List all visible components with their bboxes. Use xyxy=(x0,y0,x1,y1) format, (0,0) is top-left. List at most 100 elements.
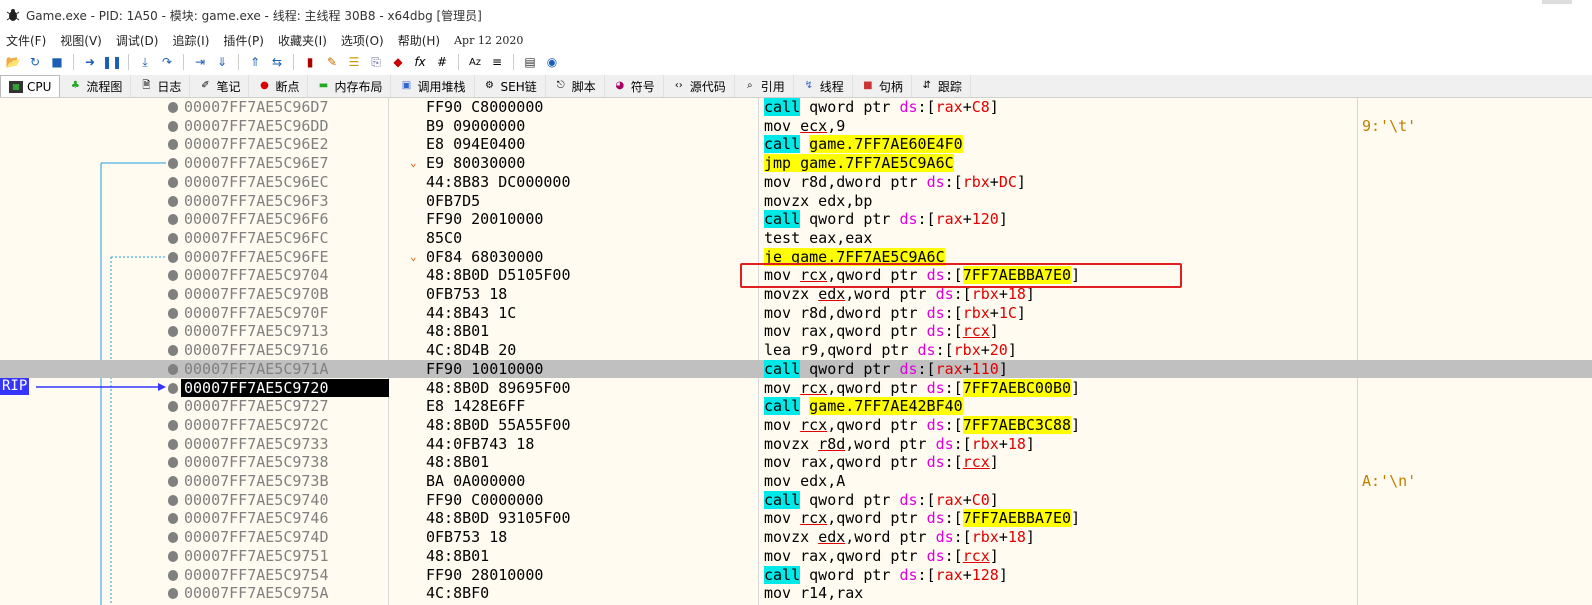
menu-plugins[interactable]: 插件(P) xyxy=(223,32,264,49)
breakpoint-toggle-icon[interactable] xyxy=(168,382,178,394)
disasm-row[interactable]: 00007FF7AE5C975A 4C:8BF0 mov r14,rax xyxy=(0,584,1592,603)
breakpoint-toggle-icon[interactable] xyxy=(168,195,178,207)
trace-into-icon[interactable]: ⇥ xyxy=(191,54,209,70)
menu-debug[interactable]: 调试(D) xyxy=(116,32,159,49)
breakpoint-toggle-icon[interactable] xyxy=(168,326,178,338)
strings-icon[interactable]: ≡ xyxy=(488,54,506,70)
tab-breakpoints[interactable]: ● 断点 xyxy=(249,75,309,97)
tab-notes[interactable]: ✐ 笔记 xyxy=(190,75,250,97)
tab-log[interactable]: 🗎 日志 xyxy=(131,75,191,97)
disasm-row[interactable]: 00007FF7AE5C9754 FF90 28010000 call qword … xyxy=(0,565,1592,585)
breakpoint-toggle-icon[interactable] xyxy=(168,251,178,263)
breakpoint-toggle-icon[interactable] xyxy=(168,494,178,506)
disasm-row[interactable]: 00007FF7AE5C9727 E8 1428E6FF call game.7FF… xyxy=(0,397,1592,416)
disasm-row[interactable]: 00007FF7AE5C9746 48:8B0D 93105F00 mov rcx,… xyxy=(0,509,1592,528)
asm-token: ds xyxy=(926,415,945,434)
menu-file[interactable]: 文件(F) xyxy=(6,32,46,49)
disasm-row[interactable]: 00007FF7AE5C96E7 ⌄ E9 80030000 jmp game.7FF… xyxy=(0,154,1592,173)
font-icon[interactable]: Aᴢ xyxy=(466,54,484,70)
tab-threads[interactable]: ↯ 线程 xyxy=(793,75,853,97)
open-icon[interactable]: 📂 xyxy=(4,54,22,70)
breakpoint-toggle-icon[interactable] xyxy=(168,569,178,581)
tab-script[interactable]: ⎋ 脚本 xyxy=(545,75,605,97)
menu-favourites[interactable]: 收藏夹(I) xyxy=(278,32,327,49)
breakpoint-toggle-icon[interactable] xyxy=(168,438,178,450)
step-into-icon[interactable]: ⤓ xyxy=(136,54,154,70)
tab-symbols[interactable]: ◕ 符号 xyxy=(604,75,664,97)
breakpoint-toggle-icon[interactable] xyxy=(168,307,178,319)
tab-trace[interactable]: ⇵ 跟踪 xyxy=(911,75,971,97)
run-to-user-code-icon[interactable]: ⇆ xyxy=(268,54,286,70)
breakpoint-toggle-icon[interactable] xyxy=(168,270,178,282)
breakpoint-toggle-icon[interactable] xyxy=(168,513,178,525)
tab-label: SEH链 xyxy=(500,79,537,94)
execute-till-return-icon[interactable]: ⇑ xyxy=(246,54,264,70)
trace-over-icon[interactable]: ⇓ xyxy=(213,54,231,70)
highlight-icon[interactable]: ▮ xyxy=(301,54,319,70)
function-icon[interactable]: fx xyxy=(411,54,429,70)
disasm-row[interactable]: 00007FF7AE5C973B BA 0A000000 mov edx,A A:'\… xyxy=(0,472,1592,491)
disasm-row[interactable]: 00007FF7AE5C96D7 FF90 C8000000 call qword … xyxy=(0,98,1592,117)
disasm-row[interactable]: 00007FF7AE5C9751 48:8B01 mov rax,qword ptr… xyxy=(0,547,1592,566)
tab-handles[interactable]: ■ 句柄 xyxy=(852,75,912,97)
window-controls[interactable] xyxy=(1542,0,1572,4)
disasm-row[interactable]: 00007FF7AE5C971A FF90 10010000 call qword … xyxy=(0,359,1592,379)
disasm-row[interactable]: 00007FF7AE5C96E2 E8 094E0400 call game.7FF… xyxy=(0,135,1592,154)
breakpoint-toggle-icon[interactable] xyxy=(168,419,178,431)
breakpoint-toggle-icon[interactable] xyxy=(168,176,178,188)
stop-icon[interactable]: ■ xyxy=(48,54,66,70)
bookmark-icon[interactable]: ⎘ xyxy=(367,54,385,70)
tab-call-stack[interactable]: ▣ 调用堆栈 xyxy=(391,75,475,97)
tab-cpu[interactable]: ▦ CPU xyxy=(0,75,61,97)
comment-icon[interactable]: ✎ xyxy=(323,54,341,70)
disasm-row[interactable]: 00007FF7AE5C9740 FF90 C0000000 call qword … xyxy=(0,490,1592,510)
hash-icon[interactable]: # xyxy=(433,54,451,70)
run-icon[interactable]: ➜ xyxy=(81,54,99,70)
tab-graph[interactable]: ♣ 流程图 xyxy=(60,75,132,97)
menu-options[interactable]: 选项(O) xyxy=(341,32,384,49)
tab-source[interactable]: ‹› 源代码 xyxy=(663,75,735,97)
disasm-row[interactable]: 00007FF7AE5C96FC 85C0 test eax,eax xyxy=(0,229,1592,248)
disasm-row[interactable]: 00007FF7AE5C9720 48:8B0D 89695F00 mov rcx,… xyxy=(0,378,1592,398)
breakpoint-toggle-icon[interactable] xyxy=(168,476,178,487)
disasm-row[interactable]: 00007FF7AE5C9716 4C:8D4B 20 lea r9,qword p… xyxy=(0,341,1592,360)
menu-view[interactable]: 视图(V) xyxy=(60,32,102,49)
calculator-icon[interactable]: ▤ xyxy=(521,54,539,70)
restart-icon[interactable]: ↻ xyxy=(26,54,44,70)
breakpoint-toggle-icon[interactable] xyxy=(168,550,178,562)
disassembly-view[interactable]: RIP 00007FF7AE5C96D7 FF90 C8000000 call qw… xyxy=(0,98,1592,605)
breakpoint-toggle-icon[interactable] xyxy=(168,363,178,375)
step-over-icon[interactable]: ↷ xyxy=(158,54,176,70)
breakpoint-toggle-icon[interactable] xyxy=(168,232,178,244)
breakpoint-toggle-icon[interactable] xyxy=(168,588,178,600)
about-icon[interactable]: ◉ xyxy=(543,54,561,70)
disasm-row[interactable]: 00007FF7AE5C9738 48:8B01 mov rax,qword ptr… xyxy=(0,453,1592,472)
pause-icon[interactable]: ❚❚ xyxy=(102,54,122,70)
menu-trace[interactable]: 追踪(I) xyxy=(172,32,209,49)
disasm-row[interactable]: 00007FF7AE5C96DD B9 09000000 mov ecx,9 9:'\… xyxy=(0,117,1592,136)
breakpoint-toggle-icon[interactable] xyxy=(168,102,178,113)
breakpoint-toggle-icon[interactable] xyxy=(168,532,178,544)
disasm-row[interactable]: 00007FF7AE5C974D 0FB753 18 movzx edx,word … xyxy=(0,528,1592,547)
disasm-row[interactable]: 00007FF7AE5C970F 44:8B43 1C mov r8d,dword … xyxy=(0,304,1592,323)
tab-memory-map[interactable]: ▬ 内存布局 xyxy=(308,75,392,97)
patch-icon[interactable]: ◆ xyxy=(389,54,407,70)
disasm-row[interactable]: 00007FF7AE5C9733 44:0FB743 18 movzx r8d,wo… xyxy=(0,435,1592,454)
tab-references[interactable]: ⌕ 引用 xyxy=(734,75,794,97)
breakpoint-toggle-icon[interactable] xyxy=(168,158,178,170)
breakpoint-toggle-icon[interactable] xyxy=(168,457,178,469)
breakpoint-toggle-icon[interactable] xyxy=(168,139,178,151)
disasm-row[interactable]: 00007FF7AE5C972C 48:8B0D 55A55F00 mov rcx,… xyxy=(0,415,1592,435)
disasm-row[interactable]: 00007FF7AE5C9713 48:8B01 mov rax,qword ptr… xyxy=(0,322,1592,341)
tab-seh-chain[interactable]: ⚙ SEH链 xyxy=(474,75,546,97)
disasm-row[interactable]: 00007FF7AE5C96F6 FF90 20010000 call qword … xyxy=(0,210,1592,229)
label-icon[interactable]: ☰ xyxy=(345,54,363,70)
breakpoint-toggle-icon[interactable] xyxy=(168,120,178,132)
breakpoint-toggle-icon[interactable] xyxy=(168,401,178,413)
disasm-row[interactable]: 00007FF7AE5C96EC 44:8B83 DC000000 mov r8d,… xyxy=(0,173,1592,192)
menu-help[interactable]: 帮助(H) xyxy=(398,32,440,49)
breakpoint-toggle-icon[interactable] xyxy=(168,289,178,300)
disasm-row[interactable]: 00007FF7AE5C96F3 0FB7D5 movzx edx,bp xyxy=(0,192,1592,211)
breakpoint-toggle-icon[interactable] xyxy=(168,345,178,357)
breakpoint-toggle-icon[interactable] xyxy=(168,214,178,226)
